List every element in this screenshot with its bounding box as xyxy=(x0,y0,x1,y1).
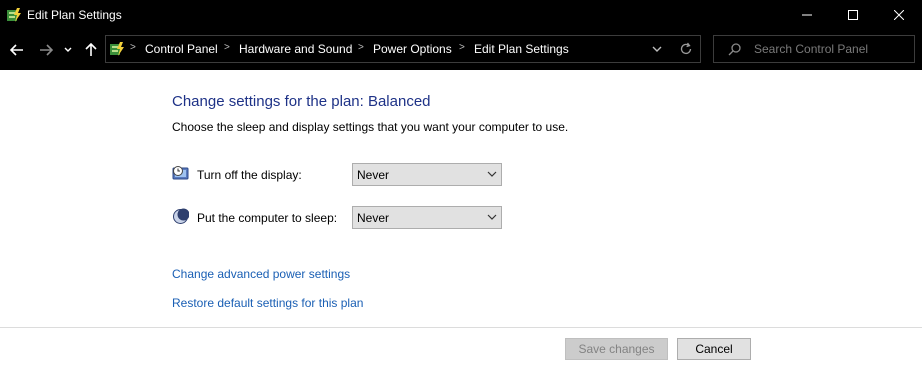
recent-locations-icon xyxy=(64,47,72,52)
display-timeout-select[interactable]: Never xyxy=(352,163,502,186)
display-icon xyxy=(172,166,189,180)
breadcrumb-separator: > xyxy=(358,42,364,53)
forward-arrow-icon xyxy=(40,44,53,56)
sleep-timeout-label: Put the computer to sleep: xyxy=(197,211,338,225)
footer-divider xyxy=(0,327,922,328)
breadcrumb-separator: > xyxy=(224,42,230,53)
display-timeout-label: Turn off the display: xyxy=(197,168,302,182)
up-button[interactable] xyxy=(80,38,102,62)
display-timeout-value: Never xyxy=(357,168,390,182)
maximize-button[interactable] xyxy=(830,0,876,30)
page-description: Choose the sleep and display settings th… xyxy=(172,120,569,134)
breadcrumb-edit-plan-settings[interactable]: Edit Plan Settings xyxy=(474,42,569,56)
forward-button[interactable] xyxy=(35,38,57,62)
refresh-icon[interactable] xyxy=(679,42,693,56)
sleep-moon-icon xyxy=(173,208,189,224)
address-bar[interactable]: > Control Panel > Hardware and Sound > P… xyxy=(105,35,701,63)
breadcrumb-separator: > xyxy=(459,42,465,53)
cancel-button[interactable]: Cancel xyxy=(677,338,751,360)
page-title: Change settings for the plan: Balanced xyxy=(172,93,431,110)
maximize-icon xyxy=(848,10,858,20)
address-dropdown-icon[interactable] xyxy=(652,46,662,53)
search-icon xyxy=(728,43,741,56)
back-button[interactable] xyxy=(6,38,28,62)
power-options-icon xyxy=(7,8,21,22)
control-panel-icon xyxy=(110,42,124,56)
up-arrow-icon xyxy=(85,43,97,56)
minimize-button[interactable] xyxy=(784,0,830,30)
minimize-icon xyxy=(802,14,812,16)
search-box[interactable]: Search Control Panel xyxy=(713,35,915,63)
sleep-timeout-select[interactable]: Never xyxy=(352,206,502,229)
chevron-down-icon xyxy=(487,171,497,177)
window-title: Edit Plan Settings xyxy=(27,8,122,22)
breadcrumb-control-panel[interactable]: Control Panel xyxy=(145,42,218,56)
restore-defaults-link[interactable]: Restore default settings for this plan xyxy=(172,296,363,310)
breadcrumb-power-options[interactable]: Power Options xyxy=(373,42,452,56)
close-button[interactable] xyxy=(876,0,922,30)
sleep-timeout-value: Never xyxy=(357,211,390,225)
close-icon xyxy=(894,10,904,20)
title-bar: Edit Plan Settings xyxy=(0,0,922,30)
advanced-power-settings-link[interactable]: Change advanced power settings xyxy=(172,267,350,281)
recent-locations-button[interactable] xyxy=(60,38,76,62)
breadcrumb-separator: > xyxy=(130,42,136,53)
breadcrumb-hardware-and-sound[interactable]: Hardware and Sound xyxy=(239,42,352,56)
search-placeholder[interactable]: Search Control Panel xyxy=(754,42,868,56)
back-arrow-icon xyxy=(10,44,23,56)
chevron-down-icon xyxy=(487,214,497,220)
save-changes-button[interactable]: Save changes xyxy=(565,338,668,360)
